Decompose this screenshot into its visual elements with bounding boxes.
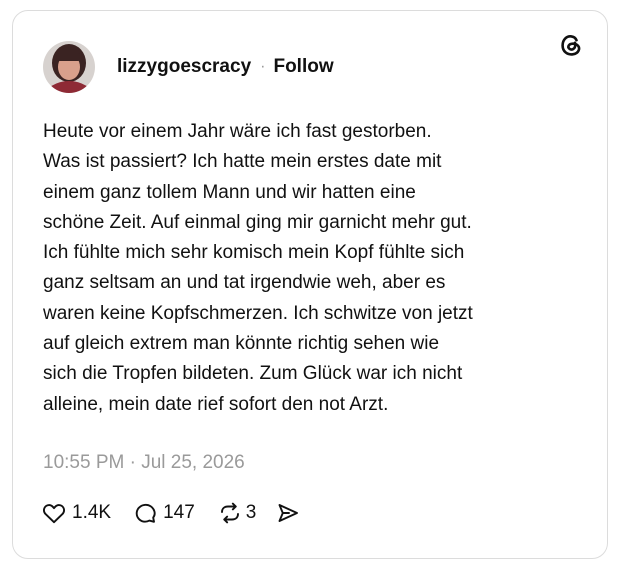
like-count: 1.4K (72, 502, 112, 523)
threads-logo-icon[interactable] (557, 31, 585, 59)
heart-icon (42, 502, 66, 524)
separator-dot: · (260, 58, 266, 75)
post-card: lizzygoescracy · Follow Heute vor einem … (12, 10, 608, 559)
speech-bubble-icon (133, 501, 157, 525)
post-text-line: sich die Tropfen bildeten. Zum Glück war… (43, 363, 463, 385)
like-button[interactable]: 1.4K (42, 502, 111, 524)
repost-icon (217, 501, 243, 525)
avatar-image (43, 41, 95, 93)
post-text-line: Was ist passiert? Ich hatte mein erstes … (43, 151, 442, 173)
post-text-line: alleine, mein date rief sofort den not A… (43, 393, 389, 415)
post-text-line: auf gleich extrem man könnte richtig seh… (43, 333, 440, 355)
reply-button[interactable]: 147 (133, 501, 195, 525)
repost-button[interactable]: 3 (217, 501, 257, 525)
reply-count: 147 (163, 502, 195, 523)
post-text-line: schöne Zeit. Auf einmal ging mir garnich… (43, 211, 472, 233)
avatar[interactable] (43, 41, 95, 93)
username[interactable]: lizzygoescracy (117, 56, 251, 78)
post-text-line: einem ganz tollem Mann und wir hatten ei… (43, 181, 416, 203)
post-timestamp[interactable]: 10:55 PM · Jul 25, 2026 (43, 452, 245, 474)
send-icon (276, 501, 300, 525)
repost-count: 3 (245, 502, 257, 523)
follow-button[interactable]: Follow (273, 56, 333, 78)
post-text-line: Ich fühlte mich sehr komisch mein Kopf f… (43, 242, 465, 264)
post-text-line: Heute vor einem Jahr wäre ich fast gesto… (43, 121, 432, 142)
action-bar: 1.4K 147 3 (42, 501, 300, 525)
share-button[interactable] (276, 501, 300, 525)
post-text-line: ganz seltsam an und tat irgendwie weh, a… (43, 272, 446, 294)
post-text: Heute vor einem Jahr wäre ich fast gesto… (43, 117, 583, 420)
post-header: lizzygoescracy · Follow (43, 39, 334, 95)
post-text-line: waren keine Kopfschmerzen. Ich schwitze … (43, 302, 473, 324)
